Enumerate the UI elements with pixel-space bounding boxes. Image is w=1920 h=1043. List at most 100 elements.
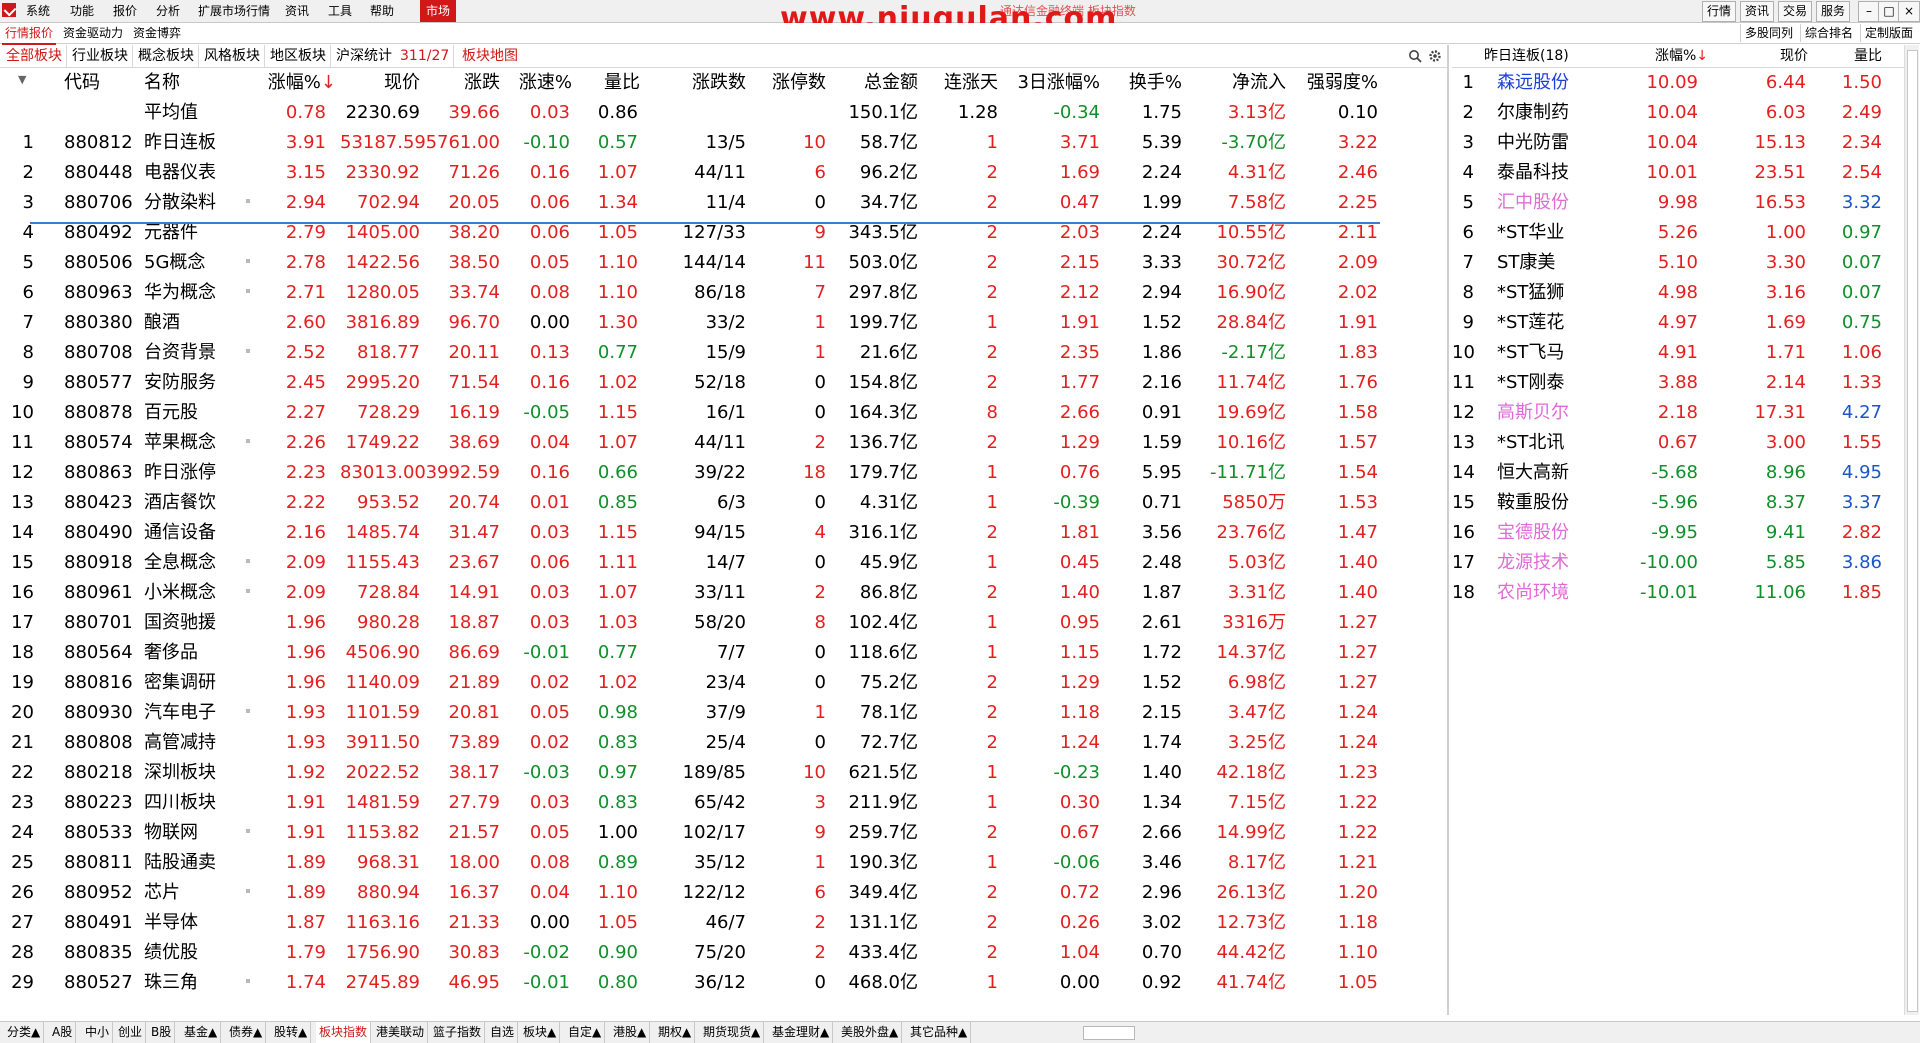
table-row[interactable]: 7 880380 酿酒 2.60 3816.89 96.70 0.00 1.30 33/2 1 19… (0, 308, 1447, 338)
col-limit-up[interactable]: 涨停数 (746, 68, 826, 98)
menu-system[interactable]: 系统 (22, 0, 54, 22)
btn-service[interactable]: 服务 (1816, 1, 1851, 22)
list-item[interactable]: 4 泰晶科技 10.01 23.51 2.54 (1452, 158, 1912, 188)
list-item[interactable]: 1 森远股份 10.09 6.44 1.50 (1452, 68, 1912, 98)
table-row[interactable]: 11 880574 苹果概念 2.26 1749.22 38.69 0.04 1.07 44/1… (0, 428, 1447, 458)
menu-news[interactable]: 资讯 (281, 0, 313, 22)
table-row[interactable]: 10 880878 百元股 2.27 728.29 16.19 -0.05 1.15 16/1 0… (0, 398, 1447, 428)
category-tab[interactable]: 港股▲ (610, 1022, 651, 1043)
table-row[interactable]: 3 880706 分散染料 2.94 702.94 20.05 0.06 1.34 11/4 0 3… (0, 188, 1447, 218)
list-item[interactable]: 2 尔康制药 10.04 6.03 2.49 (1452, 98, 1912, 128)
list-item[interactable]: 12 高斯贝尔 2.18 17.31 4.27 (1452, 398, 1912, 428)
panel-splitter[interactable] (1447, 45, 1449, 1015)
list-item[interactable]: 7 ST康美 5.10 3.30 0.07 (1452, 248, 1912, 278)
table-row[interactable]: 18 880564 奢侈品 1.96 4506.90 86.69 -0.01 0.77 7/7 0… (0, 638, 1447, 668)
gear-icon[interactable] (1428, 49, 1442, 63)
stock-name[interactable]: *ST猛狮 (1497, 278, 1617, 308)
table-row[interactable]: 27 880491 半导体 1.87 1163.16 21.33 0.00 1.05 46/7 2… (0, 908, 1447, 938)
list-item[interactable]: 10 *ST飞马 4.91 1.71 1.06 (1452, 338, 1912, 368)
minimize-icon[interactable]: – (1858, 1, 1880, 22)
col-change[interactable]: 涨跌 (420, 68, 500, 98)
sort-arrow-icon[interactable]: ▼ (18, 65, 26, 95)
horizontal-scrollbar[interactable] (1083, 1026, 1135, 1040)
table-row[interactable]: 25 880811 陆股通卖 1.89 968.31 18.00 0.08 0.89 35/12… (0, 848, 1447, 878)
btn-news[interactable]: 资讯 (1740, 1, 1775, 22)
col-up-down[interactable]: 涨跌数 (660, 68, 746, 98)
stock-name[interactable]: 恒大高新 (1497, 458, 1617, 488)
tab-industry-sectors[interactable]: 行业板块 (68, 45, 133, 67)
table-row[interactable]: 14 880490 通信设备 2.16 1485.74 31.47 0.03 1.15 94/1… (0, 518, 1447, 548)
table-row[interactable]: 12 880863 昨日涨停 2.23 83013.00 3992.59 0.16 0.66 3… (0, 458, 1447, 488)
list-item[interactable]: 8 *ST猛狮 4.98 3.16 0.07 (1452, 278, 1912, 308)
category-tab[interactable]: 港美联动 (373, 1022, 429, 1043)
list-item[interactable]: 13 *ST北讯 0.67 3.00 1.55 (1452, 428, 1912, 458)
menu-function[interactable]: 功能 (66, 0, 98, 22)
col-price[interactable]: 现价 (340, 68, 420, 98)
table-row[interactable]: 20 880930 汽车电子 1.93 1101.59 20.81 0.05 0.98 37/9… (0, 698, 1447, 728)
stock-name[interactable]: *ST北讯 (1497, 428, 1617, 458)
category-tab[interactable]: 股转▲ (271, 1022, 312, 1043)
rcol-change-pct[interactable]: 涨幅%↓ (1632, 45, 1708, 67)
menu-ext-market[interactable]: 扩展市场行情 (194, 0, 274, 22)
col-up-days[interactable]: 连涨天 (918, 68, 998, 98)
stock-name[interactable]: *ST飞马 (1497, 338, 1617, 368)
list-item[interactable]: 6 *ST华业 5.26 1.00 0.97 (1452, 218, 1912, 248)
category-tab[interactable]: 债券▲ (226, 1022, 267, 1043)
col-change-pct[interactable]: 涨幅%↓ (258, 68, 336, 98)
btn-trade[interactable]: 交易 (1778, 1, 1813, 22)
close-icon[interactable]: × (1898, 1, 1920, 22)
tab-quote-list[interactable]: 行情报价 (2, 23, 57, 45)
list-item[interactable]: 15 鞍重股份 -5.96 8.37 3.37 (1452, 488, 1912, 518)
tab-all-sectors[interactable]: 全部板块 (2, 45, 67, 67)
table-row[interactable]: 29 880527 珠三角 1.74 2745.89 46.95 -0.01 0.80 36/1… (0, 968, 1447, 998)
table-row[interactable]: 1 880812 昨日连板 3.91 53187.59 5761.00 -0.10 0.57 1… (0, 128, 1447, 158)
category-tab[interactable]: 期货现货▲ (700, 1022, 765, 1043)
stock-name[interactable]: 鞍重股份 (1497, 488, 1617, 518)
category-tab[interactable]: 自选 (487, 1022, 519, 1043)
col-net-inflow[interactable]: 净流入 (1182, 68, 1286, 98)
list-item[interactable]: 14 恒大高新 -5.68 8.96 4.95 (1452, 458, 1912, 488)
category-tab[interactable]: 期权▲ (655, 1022, 696, 1043)
tab-fund-game[interactable]: 资金博弈 (130, 23, 184, 43)
category-tab[interactable]: A股 (49, 1022, 77, 1043)
app-logo-icon[interactable] (2, 3, 16, 17)
tab-concept-sectors[interactable]: 概念板块 (134, 45, 199, 67)
col-strength[interactable]: 强弱度% (1286, 68, 1378, 98)
table-row[interactable]: 9 880577 安防服务 2.45 2995.20 71.54 0.16 1.02 52/18… (0, 368, 1447, 398)
stock-name[interactable]: 汇中股份 (1497, 188, 1617, 218)
table-row[interactable]: 5 880506 5G概念 2.78 1422.56 38.50 0.05 1.10 144/1… (0, 248, 1447, 278)
rcol-price[interactable]: 现价 (1708, 45, 1808, 67)
menu-tools[interactable]: 工具 (324, 0, 356, 22)
col-volume-ratio[interactable]: 量比 (572, 68, 640, 98)
rcol-volume-ratio[interactable]: 量比 (1808, 45, 1882, 67)
stock-name[interactable]: 中光防雷 (1497, 128, 1617, 158)
table-row[interactable]: 13 880423 酒店餐饮 2.22 953.52 20.74 0.01 0.85 6/3 0 4… (0, 488, 1447, 518)
table-row[interactable]: 19 880816 密集调研 1.96 1140.09 21.89 0.02 1.02 23/4… (0, 668, 1447, 698)
list-item[interactable]: 3 中光防雷 10.04 15.13 2.34 (1452, 128, 1912, 158)
stock-name[interactable]: 森远股份 (1497, 68, 1617, 98)
stock-name[interactable]: 宝德股份 (1497, 518, 1617, 548)
table-row[interactable]: 17 880701 国资驰援 1.96 980.28 18.87 0.03 1.03 58/20… (0, 608, 1447, 638)
btn-quotes[interactable]: 行情 (1702, 1, 1737, 22)
maximize-icon[interactable]: □ (1878, 1, 1900, 22)
btn-custom-layout[interactable]: 定制版面 (1860, 24, 1917, 42)
btn-multi-stock[interactable]: 多股同列 (1740, 24, 1797, 42)
stock-name[interactable]: 泰晶科技 (1497, 158, 1617, 188)
menu-quote[interactable]: 报价 (109, 0, 141, 22)
menu-help[interactable]: 帮助 (366, 0, 398, 22)
stock-name[interactable]: ST康美 (1497, 248, 1617, 278)
table-row[interactable]: 6 880963 华为概念 2.71 1280.05 33.74 0.08 1.10 86/18… (0, 278, 1447, 308)
category-tab[interactable]: 美股外盘▲ (838, 1022, 903, 1043)
category-tab[interactable]: 基金理财▲ (769, 1022, 834, 1043)
table-row[interactable]: 26 880952 芯片 1.89 880.94 16.37 0.04 1.10 122/12 6… (0, 878, 1447, 908)
list-item[interactable]: 11 *ST刚泰 3.88 2.14 1.33 (1452, 368, 1912, 398)
scrollbar-thumb[interactable] (1907, 50, 1918, 1012)
stock-name[interactable]: 农尚环境 (1497, 578, 1617, 608)
tab-sector-map[interactable]: 板块地图 (458, 45, 522, 67)
category-tab[interactable]: 板块指数 (316, 1022, 372, 1043)
list-item[interactable]: 18 农尚环境 -10.01 11.06 1.85 (1452, 578, 1912, 608)
col-turnover[interactable]: 换手% (1100, 68, 1182, 98)
table-row[interactable]: 16 880961 小米概念 2.09 728.84 14.91 0.03 1.07 33/11… (0, 578, 1447, 608)
vertical-scrollbar[interactable] (1904, 45, 1919, 1015)
tab-style-sectors[interactable]: 风格板块 (200, 45, 265, 67)
